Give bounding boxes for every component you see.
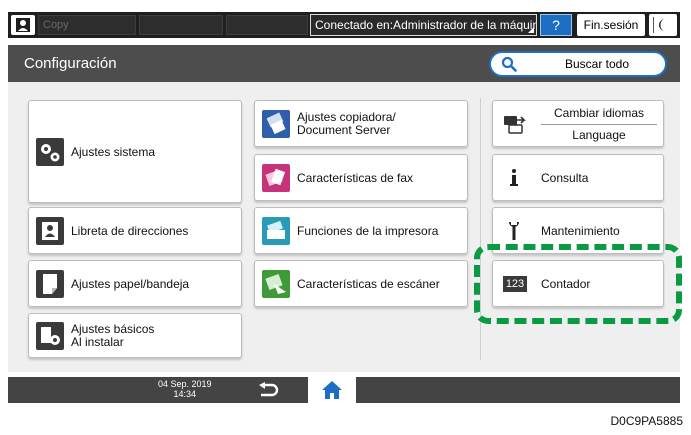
copier-settings-line2: Document Server	[297, 123, 391, 137]
panel-divider	[480, 98, 481, 360]
address-book-button[interactable]: Libreta de direcciones	[28, 207, 242, 254]
copier-icon	[262, 110, 290, 138]
change-language-divider	[541, 124, 657, 125]
copier-settings-button[interactable]: Ajustes copiadora/ Document Server	[254, 100, 468, 147]
time-label: 14:34	[173, 389, 197, 399]
expand-corner-icon	[528, 27, 534, 33]
fax-features-button[interactable]: Características de fax	[254, 154, 468, 201]
help-button[interactable]: ?	[540, 14, 572, 36]
change-language-button[interactable]: Cambiar idiomas Language	[492, 100, 664, 147]
status-bar: Copy Conectado en:Administrador de la má…	[8, 12, 680, 38]
wrench-icon	[509, 222, 519, 240]
settings-panel: Ajustes sistema Ajustes copiadora/ Docum…	[8, 82, 680, 372]
fax-icon	[262, 164, 290, 192]
info-icon	[510, 169, 518, 186]
date-label: 04 Sep. 2019	[158, 379, 212, 389]
copier-settings-label: Ajustes copiadora/ Document Server	[297, 111, 396, 137]
inquiry-label: Consulta	[541, 171, 589, 185]
copy-app-slot: Copy	[38, 15, 136, 35]
change-language-line1: Cambiar idiomas	[553, 106, 645, 120]
scanner-icon	[262, 270, 290, 298]
search-all-label: Buscar todo	[564, 57, 630, 71]
back-arrow-icon	[259, 382, 279, 397]
paper-tray-settings-label: Ajustes papel/bandeja	[71, 277, 190, 291]
paper-tray-settings-button[interactable]: Ajustes papel/bandeja	[28, 260, 242, 307]
energy-saver-button[interactable]	[649, 14, 677, 36]
counter-icon: 123	[503, 276, 527, 292]
printer-icon	[262, 217, 290, 245]
search-all-button[interactable]: Buscar todo	[489, 51, 667, 77]
address-book-label: Libreta de direcciones	[71, 224, 189, 238]
bottom-bar: 04 Sep. 2019 14:34	[8, 377, 680, 403]
gears-icon	[36, 138, 64, 166]
logout-button[interactable]: Fin.sesión	[577, 14, 645, 36]
back-button[interactable]	[248, 380, 288, 400]
counter-button[interactable]: 123 Contador	[492, 260, 664, 307]
home-button[interactable]	[308, 377, 356, 403]
fax-features-label: Características de fax	[297, 171, 414, 185]
maintenance-label: Mantenimiento	[541, 224, 620, 238]
connection-status-button[interactable]: Conectado en:Administrador de la máquina	[310, 14, 537, 36]
printer-functions-label: Funciones de la impresora	[297, 224, 439, 238]
scanner-features-label: Características de escáner	[297, 277, 440, 291]
title-bar: Configuración Buscar todo	[8, 45, 680, 82]
search-icon	[501, 56, 517, 72]
system-settings-label: Ajustes sistema	[71, 145, 156, 159]
scanner-features-button[interactable]: Características de escáner	[254, 260, 468, 307]
basic-install-settings-button[interactable]: Ajustes básicos Al instalar	[28, 313, 242, 358]
basic-install-line2: Al instalar	[71, 335, 124, 349]
language-switch-icon	[504, 116, 526, 134]
install-settings-icon	[36, 322, 64, 350]
home-icon	[322, 381, 342, 399]
address-book-icon	[36, 217, 64, 245]
status-slot-2	[226, 15, 308, 35]
user-button[interactable]	[11, 15, 35, 35]
status-slot-1	[139, 15, 223, 35]
counter-label: Contador	[541, 277, 591, 291]
screen: Copy Conectado en:Administrador de la má…	[0, 0, 691, 435]
clock: 04 Sep. 2019 14:34	[158, 379, 212, 399]
printer-functions-button[interactable]: Funciones de la impresora	[254, 207, 468, 254]
user-icon	[16, 18, 30, 32]
system-settings-button[interactable]: Ajustes sistema	[28, 100, 242, 203]
maintenance-button[interactable]: Mantenimiento	[492, 207, 664, 254]
inquiry-button[interactable]: Consulta	[492, 154, 664, 201]
connection-status-label: Conectado en:Administrador de la máquina	[315, 18, 537, 32]
change-language-line2: Language	[572, 128, 626, 142]
paper-icon	[36, 270, 64, 298]
basic-install-settings-label: Ajustes básicos Al instalar	[71, 323, 154, 349]
page-title: Configuración	[24, 55, 117, 72]
figure-code: D0C9PA5885	[610, 414, 684, 428]
moon-icon	[659, 19, 665, 31]
